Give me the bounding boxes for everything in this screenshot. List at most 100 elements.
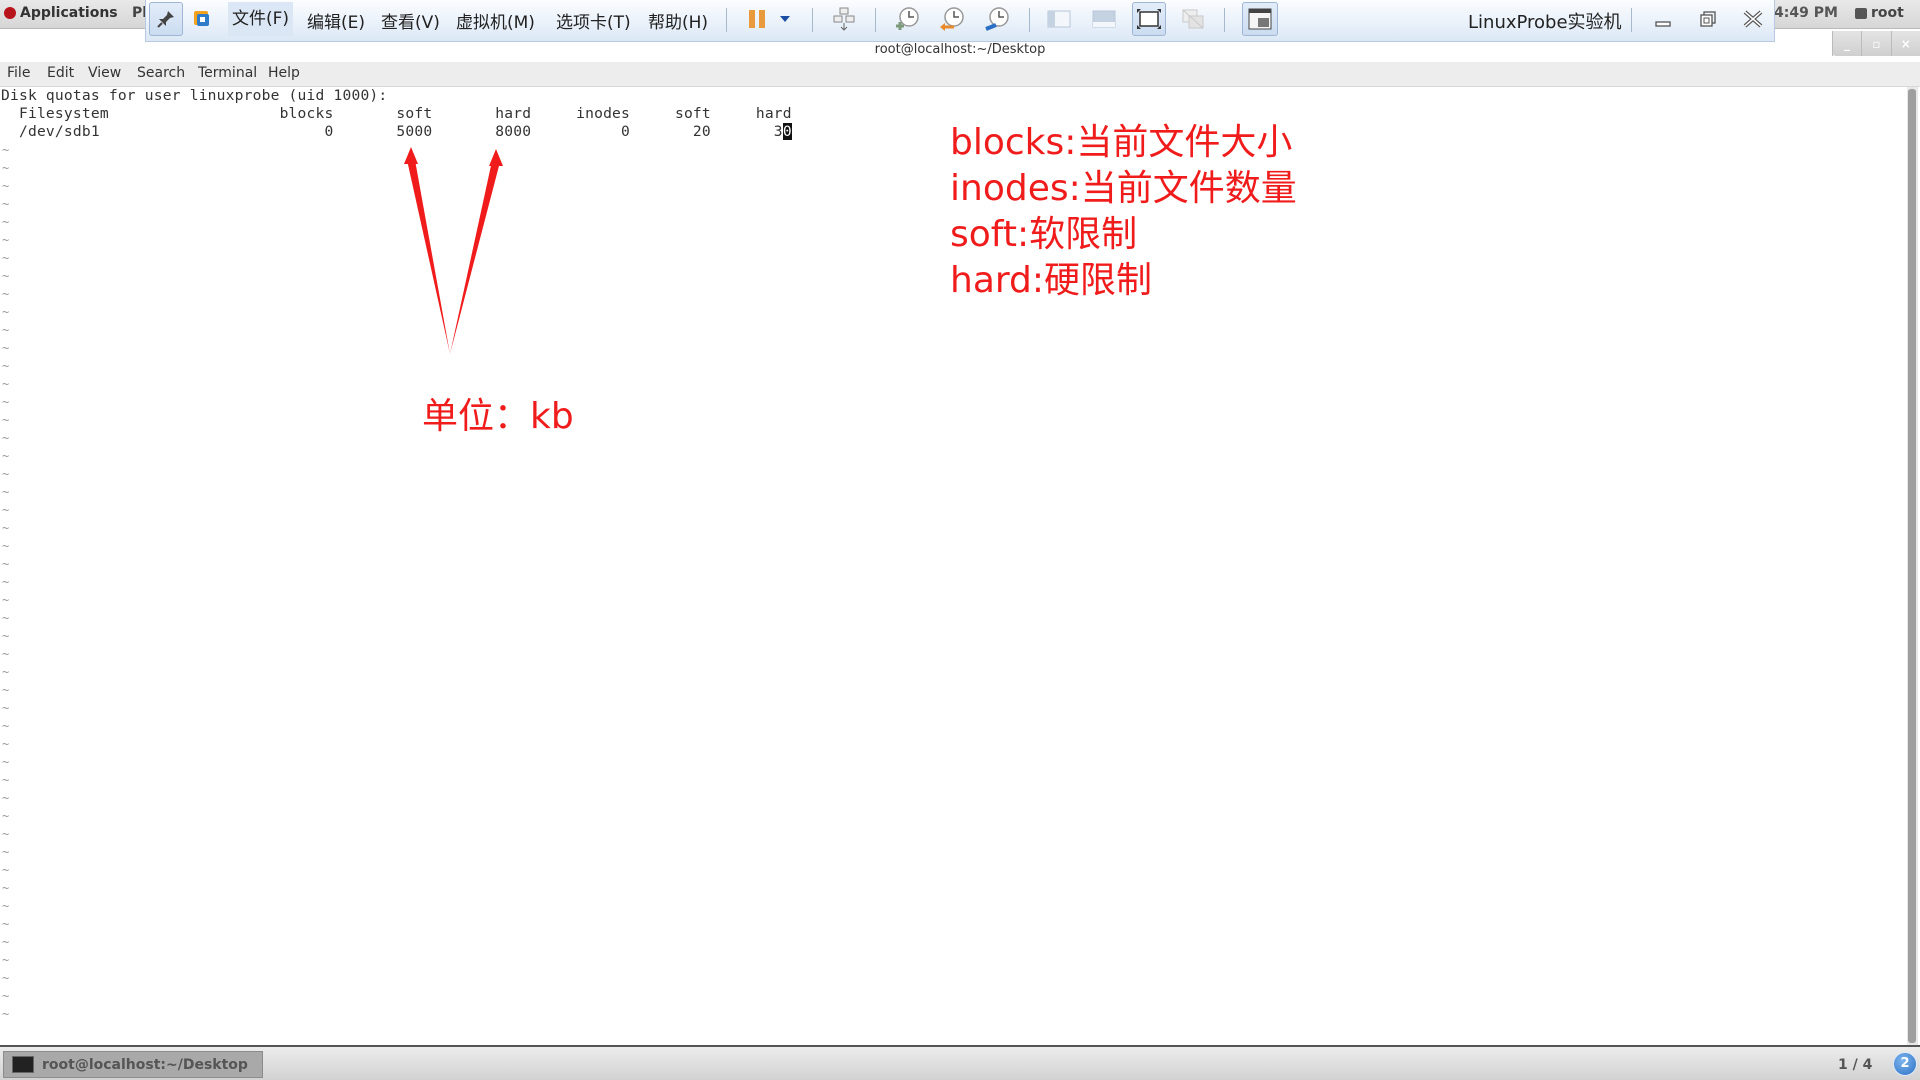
menu-edit[interactable]: Edit [47,65,74,81]
menu-view[interactable]: 查看(V) [381,8,440,33]
vim-empty-line-tilde: ~ [2,701,10,715]
menu-tabs[interactable]: 选项卡(T) [556,8,631,33]
taskbar-terminal-item[interactable]: root@localhost:~/Desktop [3,1051,263,1078]
vim-empty-line-tilde: ~ [2,665,10,679]
vim-empty-line-tilde: ~ [2,971,10,985]
vim-empty-line-tilde: ~ [2,845,10,859]
vim-empty-line-tilde: ~ [2,755,10,769]
vim-empty-line-tilde: ~ [2,539,10,553]
send-ctrl-alt-del-icon [833,7,855,31]
annotation-soft: soft:软限制 [950,214,1138,255]
vim-empty-line-tilde: ~ [2,557,10,571]
pause-button[interactable] [744,2,770,36]
vim-empty-line-tilde: ~ [2,305,10,319]
menu-vm[interactable]: 虚拟机(M) [456,8,535,33]
vim-empty-line-tilde: ~ [2,719,10,733]
menu-help[interactable]: Help [268,65,300,81]
terminal-menubar: File Edit View Search Terminal Help [0,62,1920,87]
vim-empty-line-tilde: ~ [2,341,10,355]
thumbnail-view-button[interactable] [1089,2,1119,36]
vim-empty-line-tilde: ~ [2,737,10,751]
vim-empty-line-tilde: ~ [2,413,10,427]
vmware-toolbar: 文件(F) 编辑(E) 查看(V) 虚拟机(M) 选项卡(T) 帮助(H) Li… [145,0,1775,42]
redhat-logo-icon [4,7,16,19]
snapshot-manager-icon [985,7,1009,31]
vim-empty-line-tilde: ~ [2,179,10,193]
vm-close-button[interactable] [1738,2,1768,36]
console-view-button[interactable] [1242,2,1278,36]
user-name: root [1871,5,1904,21]
snapshot-manager-button[interactable] [981,2,1013,36]
console-view-icon [1248,8,1272,30]
power-dropdown-button[interactable] [776,2,794,36]
toolbar-separator [875,8,876,32]
vm-minimize-button[interactable] [1648,2,1678,36]
vim-empty-line-tilde: ~ [2,449,10,463]
pin-toolbar-button[interactable] [149,2,183,36]
vmware-logo [188,2,216,36]
scrollbar-thumb[interactable] [1908,89,1916,1043]
fullscreen-button[interactable] [1132,2,1166,36]
annotation-unit: 单位：kb [422,396,574,437]
quota-columns-line: Filesystem blocks soft hard inodes soft … [1,105,792,122]
vim-empty-line-tilde: ~ [2,953,10,967]
vm-restore-button[interactable] [1693,2,1723,36]
quota-values-line: /dev/sdb1 0 5000 8000 0 20 30 [1,123,792,141]
terminal-icon [12,1056,34,1073]
vim-empty-line-tilde: ~ [2,287,10,301]
workspace-indicator[interactable]: 1 / 4 [1838,1057,1872,1073]
vim-empty-line-tilde: ~ [2,467,10,481]
take-snapshot-button[interactable] [891,2,923,36]
window-controls: _ ▫ × [1832,31,1920,56]
menu-terminal[interactable]: Terminal [198,65,257,81]
vim-empty-line-tilde: ~ [2,269,10,283]
terminal-window-title: root@localhost:~/Desktop [874,42,1046,57]
revert-snapshot-button[interactable] [936,2,968,36]
minimize-icon [1655,21,1671,27]
applications-label: Applications [20,5,118,21]
unity-icon [1182,9,1204,29]
terminal-scrollbar[interactable] [1907,87,1918,1045]
sidebar-view-icon [1047,10,1071,28]
vim-empty-line-tilde: ~ [2,593,10,607]
unity-button[interactable] [1178,2,1208,36]
menu-file[interactable]: File [7,65,30,81]
vim-empty-line-tilde: ~ [2,773,10,787]
bottom-taskbar: root@localhost:~/Desktop 1 / 4 2 [0,1045,1920,1080]
vm-title: LinuxProbe实验机 [1468,12,1622,33]
vim-empty-line-tilde: ~ [2,611,10,625]
snapshot-take-icon [896,7,919,30]
menu-search[interactable]: Search [137,65,185,81]
toolbar-separator [726,8,727,32]
vim-empty-line-tilde: ~ [2,251,10,265]
menu-view[interactable]: View [88,65,121,81]
quota-header-line: Disk quotas for user linuxprobe (uid 100… [1,87,388,104]
send-ctrl-alt-del-button[interactable] [829,2,859,36]
close-button[interactable]: × [1890,31,1920,56]
menu-help[interactable]: 帮助(H) [648,8,708,33]
vim-empty-line-tilde: ~ [2,377,10,391]
notification-badge[interactable]: 2 [1893,1052,1917,1076]
vim-empty-line-tilde: ~ [2,485,10,499]
pause-icon [749,10,765,28]
minimize-button[interactable]: _ [1832,31,1861,56]
maximize-button[interactable]: ▫ [1861,31,1890,56]
menu-file[interactable]: 文件(F) [228,2,294,36]
applications-menu[interactable]: Applications [4,5,118,21]
sidebar-view-button[interactable] [1044,2,1074,36]
vim-empty-line-tilde: ~ [2,989,10,1003]
vim-empty-line-tilde: ~ [2,827,10,841]
vim-empty-line-tilde: ~ [2,431,10,445]
clock[interactable]: 4:49 PM [1774,5,1838,21]
user-menu[interactable]: root [1855,5,1904,21]
vim-empty-line-tilde: ~ [2,521,10,535]
vmware-logo-icon [194,11,209,26]
vim-empty-line-tilde: ~ [2,197,10,211]
vim-empty-line-tilde: ~ [2,935,10,949]
vim-empty-line-tilde: ~ [2,359,10,373]
vim-empty-line-tilde: ~ [2,1007,10,1021]
annotation-hard: hard:硬限制 [950,260,1153,301]
vim-empty-line-tilde: ~ [2,143,10,157]
menu-edit[interactable]: 编辑(E) [307,8,365,33]
text-cursor: 0 [782,123,792,140]
